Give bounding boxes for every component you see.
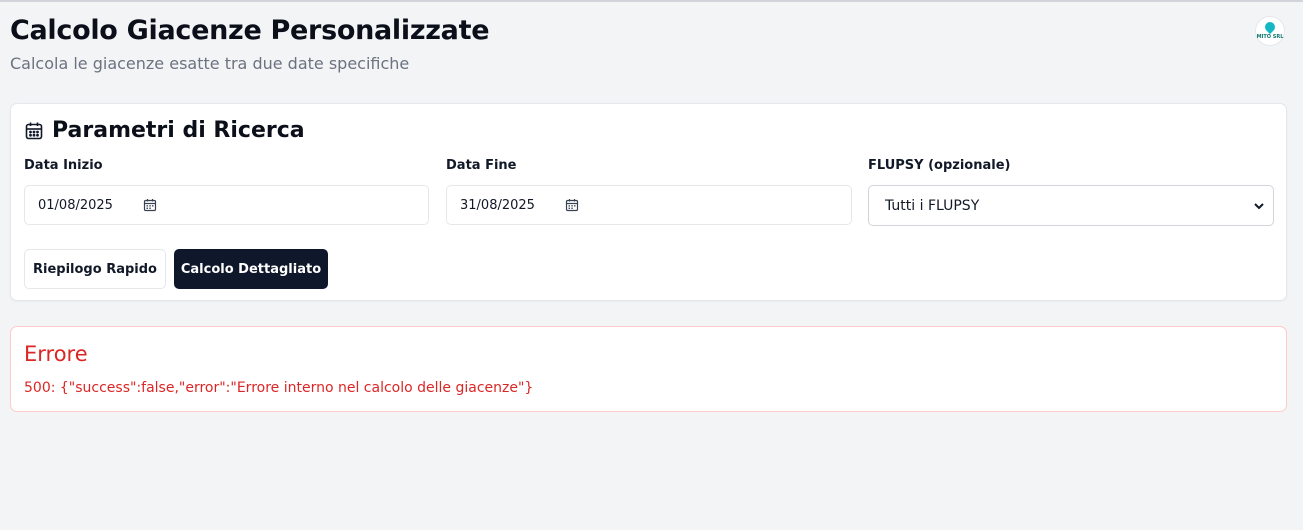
error-card: Errore 500: {"success":false,"error":"Er…	[10, 326, 1287, 412]
card-header: Parametri di Ricerca	[24, 118, 305, 144]
error-message: 500: {"success":false,"error":"Errore in…	[24, 380, 534, 396]
end-date-value: 31/08/2025	[460, 197, 535, 213]
card-title: Parametri di Ricerca	[52, 118, 305, 143]
flupsy-select[interactable]: Tutti i FLUPSY	[868, 185, 1274, 226]
page-header: Calcolo Giacenze Personalizzate Calcola …	[10, 14, 1293, 74]
start-date-field: Data Inizio 01/08/2025	[24, 158, 429, 225]
search-parameters-card: Parametri di Ricerca Data Inizio 01/08/2…	[10, 103, 1287, 301]
quick-summary-button[interactable]: Riepilogo Rapido	[24, 249, 166, 289]
water-drop-icon	[1262, 19, 1278, 35]
end-date-label: Data Fine	[446, 158, 517, 173]
calendar-picker-icon[interactable]	[565, 198, 579, 212]
page-subtitle: Calcola le giacenze esatte tra due date …	[10, 54, 410, 73]
flupsy-selected-value: Tutti i FLUPSY	[885, 197, 980, 214]
end-date-input[interactable]: 31/08/2025	[446, 185, 852, 225]
top-border	[0, 0, 1303, 2]
start-date-input[interactable]: 01/08/2025	[24, 185, 429, 225]
flupsy-field: FLUPSY (opzionale) Tutti i FLUPSY	[868, 158, 1274, 226]
company-logo: MITO SRL	[1255, 16, 1285, 46]
start-date-label: Data Inizio	[24, 158, 103, 173]
detailed-calculation-button[interactable]: Calcolo Dettagliato	[174, 249, 328, 289]
error-title: Errore	[24, 342, 88, 366]
calendar-picker-icon[interactable]	[143, 198, 157, 212]
logo-text: MITO SRL	[1256, 34, 1284, 40]
end-date-field: Data Fine 31/08/2025	[446, 158, 852, 225]
start-date-value: 01/08/2025	[38, 197, 113, 213]
chevron-down-icon	[1254, 202, 1264, 209]
flupsy-label: FLUPSY (opzionale)	[868, 158, 1011, 173]
calendar-icon	[25, 122, 43, 140]
page-title: Calcolo Giacenze Personalizzate	[10, 15, 490, 46]
